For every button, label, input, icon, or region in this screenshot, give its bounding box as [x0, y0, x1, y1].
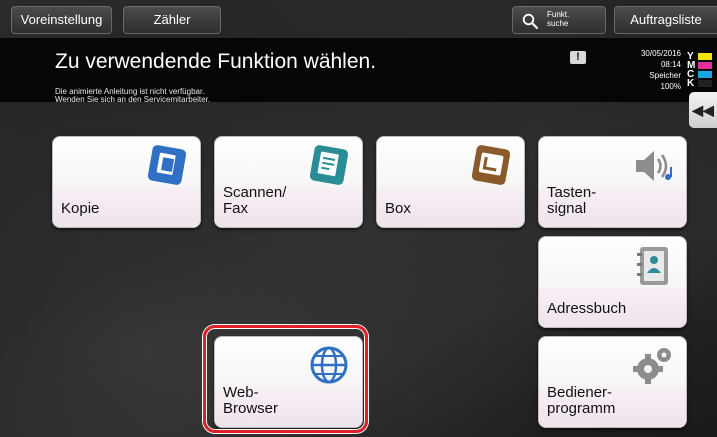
- scannen-fax-tile[interactable]: Scannen/ Fax: [214, 136, 363, 228]
- function-search-label-line1: Funkt.: [547, 10, 570, 19]
- bedienerprogramm-tile[interactable]: Bediener- programm: [538, 336, 687, 428]
- voreinstellung-button[interactable]: Voreinstellung: [11, 6, 112, 34]
- web-browser-highlight: [203, 325, 368, 433]
- info-icon[interactable]: !: [570, 51, 586, 64]
- auftragsliste-button[interactable]: Auftragsliste: [614, 6, 717, 34]
- box-label: Box: [385, 200, 411, 217]
- toner-m-bar: [698, 62, 712, 69]
- adressbuch-tile[interactable]: Adressbuch: [538, 236, 687, 328]
- address-book-icon: [637, 247, 668, 285]
- kopie-tile[interactable]: Kopie: [52, 136, 201, 228]
- search-icon: [522, 13, 538, 29]
- toner-y-bar: [698, 53, 712, 60]
- top-bar: Voreinstellung Zähler Funkt. suche Auftr…: [0, 0, 717, 38]
- gear-icon: [633, 348, 671, 384]
- adressbuch-label: Adressbuch: [547, 300, 627, 317]
- page-title: Zu verwendende Funktion wählen.: [55, 50, 377, 73]
- copy-icon: [147, 145, 187, 185]
- scan-fax-icon: [309, 145, 349, 185]
- speaker-icon: [636, 151, 672, 181]
- toner-levels: Y M C K: [687, 52, 717, 89]
- function-search-button[interactable]: Funkt. suche: [512, 6, 606, 34]
- zaehler-button[interactable]: Zähler: [123, 6, 221, 34]
- bedienerprogramm-label: Bediener- programm: [547, 384, 616, 417]
- animation-notice-line2: Wenden Sie sich an den Servicemitarbeite…: [55, 95, 211, 104]
- scannen-fax-label: Scannen/ Fax: [223, 184, 287, 217]
- toner-k-bar: [698, 80, 712, 87]
- status-time: 08:14: [660, 60, 681, 69]
- status-date: 30/05/2016: [640, 49, 681, 58]
- toner-c-bar: [698, 71, 712, 78]
- collapse-panel-button[interactable]: ◀◀: [689, 92, 717, 128]
- kopie-label: Kopie: [61, 200, 100, 217]
- tastensignal-label: Tasten- signal: [547, 184, 597, 217]
- function-search-label: Funkt. suche: [547, 10, 569, 28]
- memory-label: Speicher: [649, 71, 681, 80]
- toner-k: K: [687, 78, 717, 89]
- box-tile[interactable]: Box: [376, 136, 525, 228]
- status-panel: 30/05/2016 08:14 Speicher 100%: [641, 48, 681, 92]
- box-icon: [471, 145, 511, 185]
- animation-notice: Die animierte Anleitung ist nicht verfüg…: [55, 88, 210, 104]
- message-header: Zu verwendende Funktion wählen. Die anim…: [0, 38, 717, 104]
- memory-value: 100%: [660, 82, 681, 91]
- tastensignal-tile[interactable]: Tasten- signal: [538, 136, 687, 228]
- toner-k-label: K: [687, 78, 695, 89]
- function-search-label-line2: suche: [547, 19, 569, 28]
